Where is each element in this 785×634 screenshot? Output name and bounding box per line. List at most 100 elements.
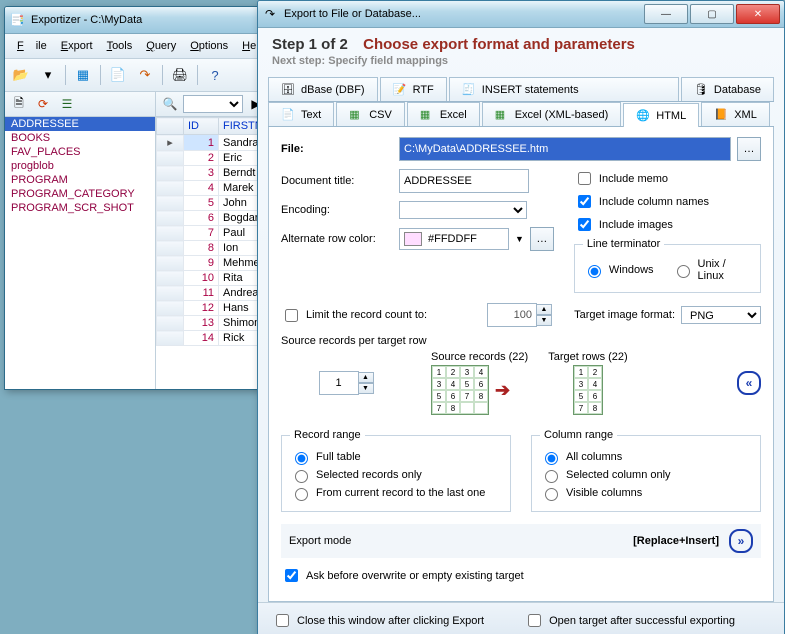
radio-full-table[interactable]: Full table [290,449,502,465]
collapse-section-button[interactable]: « [737,371,761,395]
cell-id[interactable]: 12 [184,301,219,316]
source-records-per-row-spinner[interactable]: ▲▼ [319,371,374,395]
close-button[interactable]: ✕ [736,4,780,24]
dbase-icon: 🗄 [281,83,295,97]
maximize-button[interactable]: ▢ [690,4,734,24]
chk-images[interactable]: Include images [574,215,761,234]
line-terminator-group: Line terminator Windows Unix / Linux [574,238,761,293]
menu-file[interactable]: File [11,38,53,54]
help-icon[interactable]: ? [203,63,227,87]
cell-id[interactable]: 14 [184,331,219,346]
file-input[interactable] [399,137,731,161]
table-item[interactable]: BOOKS [5,131,155,145]
find-combo[interactable] [183,95,243,113]
expand-section-button[interactable]: » [729,529,753,553]
chk-close-after-export[interactable]: Close this window after clicking Export [272,611,484,630]
cell-id[interactable]: 2 [184,151,219,166]
tables-list[interactable]: ADDRESSEE BOOKS FAV_PLACES progblob PROG… [5,117,155,215]
column-range-label: Column range [540,429,617,441]
tab-rtf[interactable]: 📝RTF [380,77,447,101]
chk-limit-records[interactable]: Limit the record count to: [281,306,481,325]
grid-icon[interactable]: ▦ [71,63,95,87]
open-dropdown-icon[interactable]: ▾ [36,63,60,87]
doc-title-input[interactable] [399,169,529,193]
app-icon: 📑 [9,12,25,28]
find-icon[interactable]: 🔍 [159,94,181,114]
chk-memo[interactable]: Include memo [574,169,761,188]
col-id[interactable]: ID [184,118,219,135]
tab-xml[interactable]: 📙XML [701,102,770,126]
limit-value[interactable] [487,303,537,327]
minimize-button[interactable]: — [644,4,688,24]
format-tabs-row2: 📄Text ▦CSV ▦Excel ▦Excel (XML-based) 🌐HT… [268,102,774,127]
encoding-select[interactable] [399,201,527,219]
table-item[interactable]: ADDRESSEE [5,117,155,131]
tab-excel[interactable]: ▦Excel [407,102,480,126]
tab-dbase[interactable]: 🗄dBase (DBF) [268,77,378,101]
cell-id[interactable]: 5 [184,196,219,211]
cell-id[interactable]: 6 [184,211,219,226]
cell-id[interactable]: 13 [184,316,219,331]
tab-csv[interactable]: ▦CSV [336,102,405,126]
copy-icon[interactable]: 📄 [106,63,130,87]
cell-id[interactable]: 9 [184,256,219,271]
tab-insert[interactable]: 🧾INSERT statements [449,77,679,101]
spin-up-icon[interactable]: ▲ [536,304,552,315]
chk-column-names[interactable]: Include column names [574,192,761,211]
row-header-blank [157,118,184,135]
color-picker-button[interactable]: … [530,227,554,251]
tree-icon[interactable]: ☰ [56,94,78,114]
table-item[interactable]: PROGRAM_CATEGORY [5,187,155,201]
limit-spinner[interactable]: ▲▼ [487,303,552,327]
radio-visible-columns[interactable]: Visible columns [540,485,752,501]
row-indicator [157,181,184,196]
table-item[interactable]: PROGRAM_SCR_SHOT [5,201,155,215]
export-dialog: ↷ Export to File or Database... — ▢ ✕ St… [257,0,785,634]
radio-selected-records[interactable]: Selected records only [290,467,502,483]
cell-id[interactable]: 4 [184,181,219,196]
menu-tools[interactable]: Tools [101,38,139,54]
tab-excel-xml[interactable]: ▦Excel (XML-based) [482,102,622,126]
refresh-icon[interactable]: ⟳ [32,94,54,114]
radio-unix[interactable]: Unix / Linux [672,258,752,282]
chk-ask-overwrite[interactable]: Ask before overwrite or empty existing t… [281,566,761,585]
sql-icon: 🧾 [462,83,476,97]
export-dialog-icon: ↷ [262,6,278,22]
browse-button[interactable]: … [737,137,761,161]
target-image-format-select[interactable]: PNG [681,306,761,324]
export-options-panel: File: … Document title: Encoding: Altern… [268,127,774,602]
spin-down-icon[interactable]: ▼ [536,315,552,326]
menu-query[interactable]: Query [140,38,182,54]
tab-html[interactable]: 🌐HTML [623,103,699,127]
radio-all-columns[interactable]: All columns [540,449,752,465]
table-item[interactable]: progblob [5,159,155,173]
cell-id[interactable]: 1 [184,135,219,151]
menu-export[interactable]: Export [55,38,99,54]
cell-id[interactable]: 11 [184,286,219,301]
print-icon[interactable]: 🖨 [168,63,192,87]
table-item[interactable]: PROGRAM [5,173,155,187]
cell-id[interactable]: 3 [184,166,219,181]
file-label: File: [281,143,393,155]
cell-id[interactable]: 7 [184,226,219,241]
export-icon[interactable]: ↷ [133,63,157,87]
open-icon[interactable]: 📂 [9,63,33,87]
radio-windows[interactable]: Windows [583,258,654,282]
cell-id[interactable]: 8 [184,241,219,256]
row-indicator [157,301,184,316]
tab-text[interactable]: 📄Text [268,102,334,126]
spin-down-icon[interactable]: ▼ [358,383,374,394]
row-indicator [157,241,184,256]
spin-up-icon[interactable]: ▲ [358,372,374,383]
tables-list-icon[interactable]: 🗎 [8,94,30,114]
color-swatch [404,232,422,246]
record-range-group: Record range Full table Selected records… [281,429,511,512]
tab-database[interactable]: 🛢Database [681,77,774,101]
radio-from-current[interactable]: From current record to the last one [290,485,502,501]
menu-options[interactable]: Options [184,38,234,54]
table-item[interactable]: FAV_PLACES [5,145,155,159]
cell-id[interactable]: 10 [184,271,219,286]
radio-selected-column[interactable]: Selected column only [540,467,752,483]
chk-open-target[interactable]: Open target after successful exporting [524,611,735,630]
srptr-value[interactable] [319,371,359,395]
